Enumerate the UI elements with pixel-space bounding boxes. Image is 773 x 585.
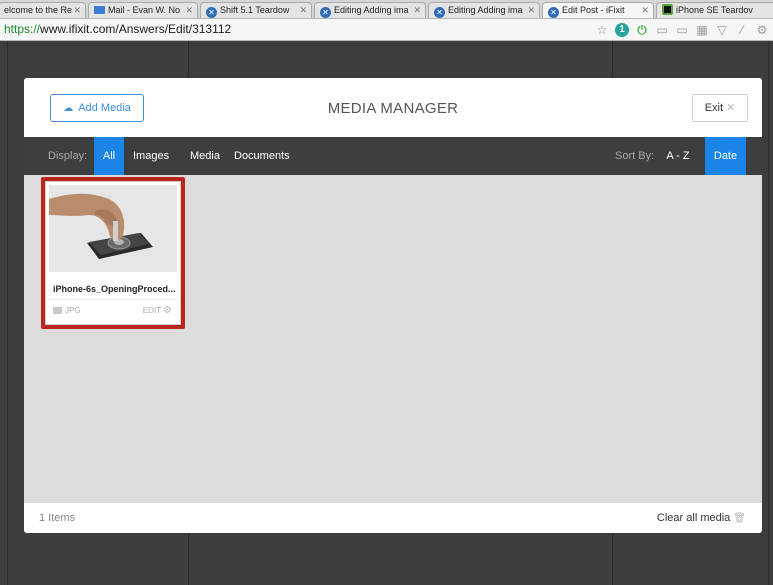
browser-tab-shift[interactable]: ✕ Shift 5.1 Teardow ✕: [200, 2, 312, 18]
media-type: JPG: [53, 306, 81, 315]
ifixit-icon: ✕: [434, 7, 445, 18]
display-label: Display:: [48, 150, 88, 162]
address-bar[interactable]: https://www.ifixit.com/Answers/Edit/3131…: [0, 19, 773, 41]
clear-label: Clear all media: [656, 512, 731, 524]
screen-icon[interactable]: ▭: [675, 23, 689, 37]
close-icon[interactable]: ✕: [73, 3, 81, 18]
image-icon: [53, 307, 62, 314]
ifixit-icon: ✕: [206, 7, 217, 18]
exit-button[interactable]: Exit ✕: [692, 94, 748, 122]
power-icon[interactable]: ⏻: [635, 23, 649, 37]
item-count: 1 Items: [39, 512, 76, 524]
close-icon[interactable]: ✕: [641, 3, 649, 18]
modal-title: MEDIA MANAGER: [327, 100, 459, 117]
edit-label: EDIT: [142, 306, 162, 315]
browser-tab-editing-2[interactable]: ✕ Editing Adding ima ✕: [428, 2, 540, 18]
sort-a-z[interactable]: A - Z: [661, 137, 695, 175]
trash-icon: 🗑: [733, 513, 746, 524]
clear-all-media-button[interactable]: Clear all media 🗑: [657, 512, 746, 524]
ifixit-icon: ✕: [548, 7, 559, 18]
media-filename: iPhone-6s_OpeningProced...: [53, 284, 176, 294]
tab-title: elcome to the Re: [4, 5, 73, 15]
url-scheme: https://: [4, 22, 41, 36]
close-icon[interactable]: ✕: [299, 3, 307, 18]
ifixit-icon: ✕: [320, 7, 331, 18]
filter-documents[interactable]: Documents: [234, 137, 290, 175]
settings-icon[interactable]: ⚙: [755, 23, 769, 37]
pocket-icon[interactable]: ▽: [715, 23, 729, 37]
media-thumbnail[interactable]: [49, 185, 177, 272]
tool-icon[interactable]: ⁄: [735, 23, 749, 37]
browser-tab-iphone-se[interactable]: iPhone SE Teardov: [656, 2, 773, 18]
modal-footer: 1 Items Clear all media 🗑: [24, 502, 762, 533]
tab-title: Editing Adding ima: [448, 5, 523, 15]
tab-title: Mail - Evan W. No: [108, 5, 181, 15]
browser-tab-editing-1[interactable]: ✕ Editing Adding ima ✕: [314, 2, 426, 18]
edit-media-button[interactable]: EDIT ⚙: [143, 305, 172, 316]
close-icon[interactable]: ✕: [413, 3, 421, 18]
close-icon[interactable]: ✕: [527, 3, 535, 18]
browser-tab-welcome[interactable]: elcome to the Re ✕: [0, 2, 86, 18]
media-item[interactable]: iPhone-6s_OpeningProced... JPG EDIT ⚙: [45, 181, 181, 325]
page-divider: [768, 41, 769, 585]
tab-title: iPhone SE Teardov: [676, 5, 753, 15]
url-text[interactable]: https://www.ifixit.com/Answers/Edit/3131…: [4, 22, 231, 36]
media-type-label: JPG: [65, 306, 81, 315]
cast-icon[interactable]: ▭: [655, 23, 669, 37]
sort-by-label: Sort By:: [615, 150, 655, 162]
card-divider: [49, 299, 177, 300]
phone-photo-image: [49, 185, 177, 272]
close-icon[interactable]: ✕: [185, 3, 193, 18]
toolbar-icons: ☆ 1 ⏻ ▭ ▭ ▦ ▽ ⁄ ⚙: [595, 21, 769, 38]
browser-tab-bar: elcome to the Re ✕ Mail - Evan W. No ✕ ✕…: [0, 0, 773, 19]
square-icon: [662, 4, 673, 15]
filter-all[interactable]: All: [94, 137, 124, 175]
tab-title: Shift 5.1 Teardow: [220, 5, 290, 15]
grid-icon[interactable]: ▦: [695, 23, 709, 37]
mail-icon: [94, 6, 105, 14]
url-path: www.ifixit.com/Answers/Edit/313112: [40, 22, 232, 36]
exit-label: Exit: [704, 102, 724, 114]
modal-header: ☁ Add Media MEDIA MANAGER Exit ✕: [24, 78, 762, 137]
browser-tab-mail[interactable]: Mail - Evan W. No ✕: [88, 2, 198, 18]
page-divider: [7, 41, 8, 585]
sort-date[interactable]: Date: [705, 137, 746, 175]
filter-images[interactable]: Images: [133, 137, 169, 175]
gear-icon: ⚙: [163, 305, 172, 316]
browser-tab-edit-post[interactable]: ✕ Edit Post - iFixit ✕: [542, 2, 654, 18]
media-manager-modal: ☁ Add Media MEDIA MANAGER Exit ✕ Display: …: [24, 78, 762, 533]
tab-title: Edit Post - iFixit: [562, 5, 625, 15]
media-grid: iPhone-6s_OpeningProced... JPG EDIT ⚙: [24, 175, 762, 502]
close-icon: ✕: [726, 102, 736, 114]
filter-media[interactable]: Media: [190, 137, 220, 175]
filter-bar: Display: All Images Media Documents Sort…: [24, 137, 762, 175]
bookmark-star-icon[interactable]: ☆: [595, 23, 609, 37]
tab-title: Editing Adding ima: [334, 5, 409, 15]
extension-icon[interactable]: 1: [615, 22, 629, 37]
